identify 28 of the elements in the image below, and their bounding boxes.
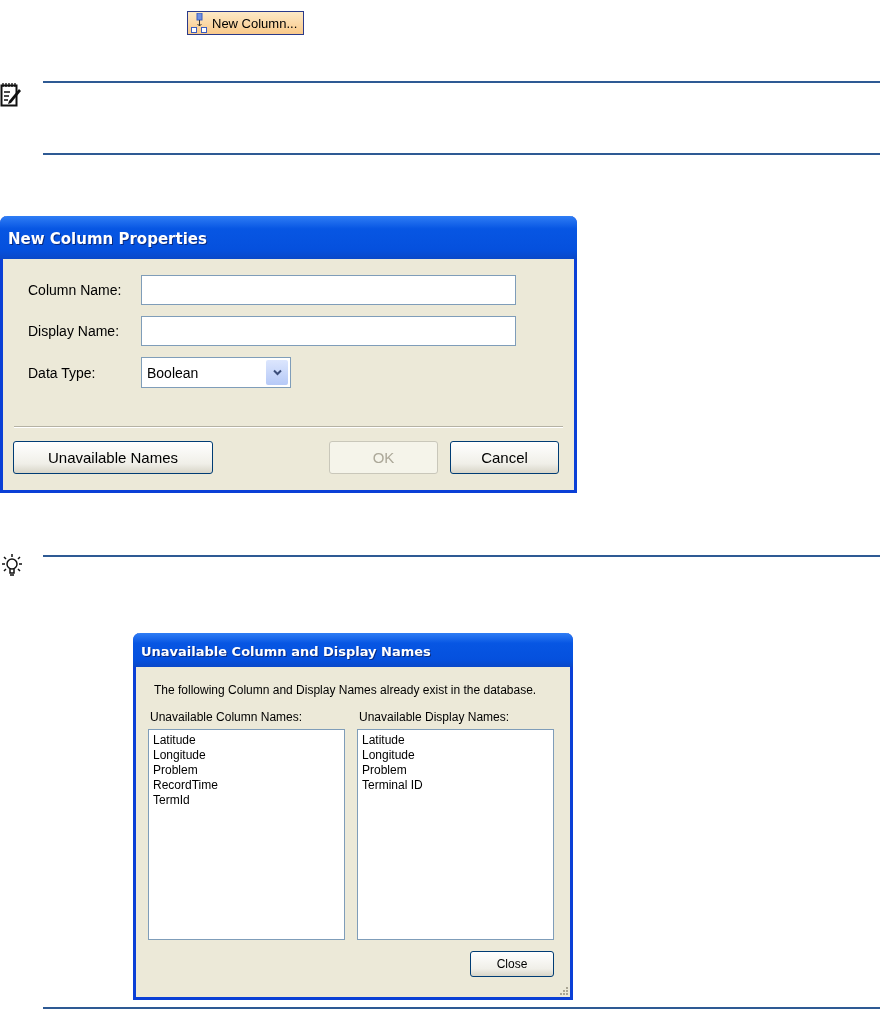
list-item[interactable]: Latitude [153, 733, 340, 748]
dialog-button[interactable]: Cancel [450, 441, 559, 474]
dialog-button[interactable]: Unavailable Names [13, 441, 213, 474]
list-item[interactable]: Longitude [153, 748, 340, 763]
list-label: Unavailable Column Names: [149, 710, 304, 724]
window-title: New Column Properties [0, 216, 577, 259]
list-item[interactable]: RecordTime [153, 778, 340, 793]
list-item[interactable]: Problem [153, 763, 340, 778]
text-field[interactable] [141, 316, 516, 346]
field-label: Column Name: [28, 282, 123, 298]
field-label: Display Name: [28, 323, 121, 339]
text-field[interactable] [141, 275, 516, 305]
close-button[interactable]: Close [470, 951, 554, 977]
resize-grip-icon[interactable] [559, 986, 569, 996]
note-icon [0, 82, 22, 108]
window-title: Unavailable Column and Display Names [133, 633, 573, 667]
new-column-button[interactable]: New Column... [187, 11, 305, 35]
field-label: Data Type: [28, 364, 97, 381]
hierarchy-icon [191, 13, 207, 33]
list-item[interactable]: Latitude [362, 733, 549, 748]
data-type-dropdown[interactable]: Boolean [141, 357, 291, 388]
list-item[interactable]: Terminal ID [362, 778, 549, 793]
list-label: Unavailable Display Names: [358, 710, 511, 724]
message-text: The following Column and Display Names already exist in the database. [153, 682, 538, 697]
list-item[interactable]: Longitude [362, 748, 549, 763]
chevron-down-icon [272, 369, 282, 376]
list-item[interactable]: TermId [153, 793, 340, 808]
list-item[interactable]: Problem [362, 763, 549, 778]
